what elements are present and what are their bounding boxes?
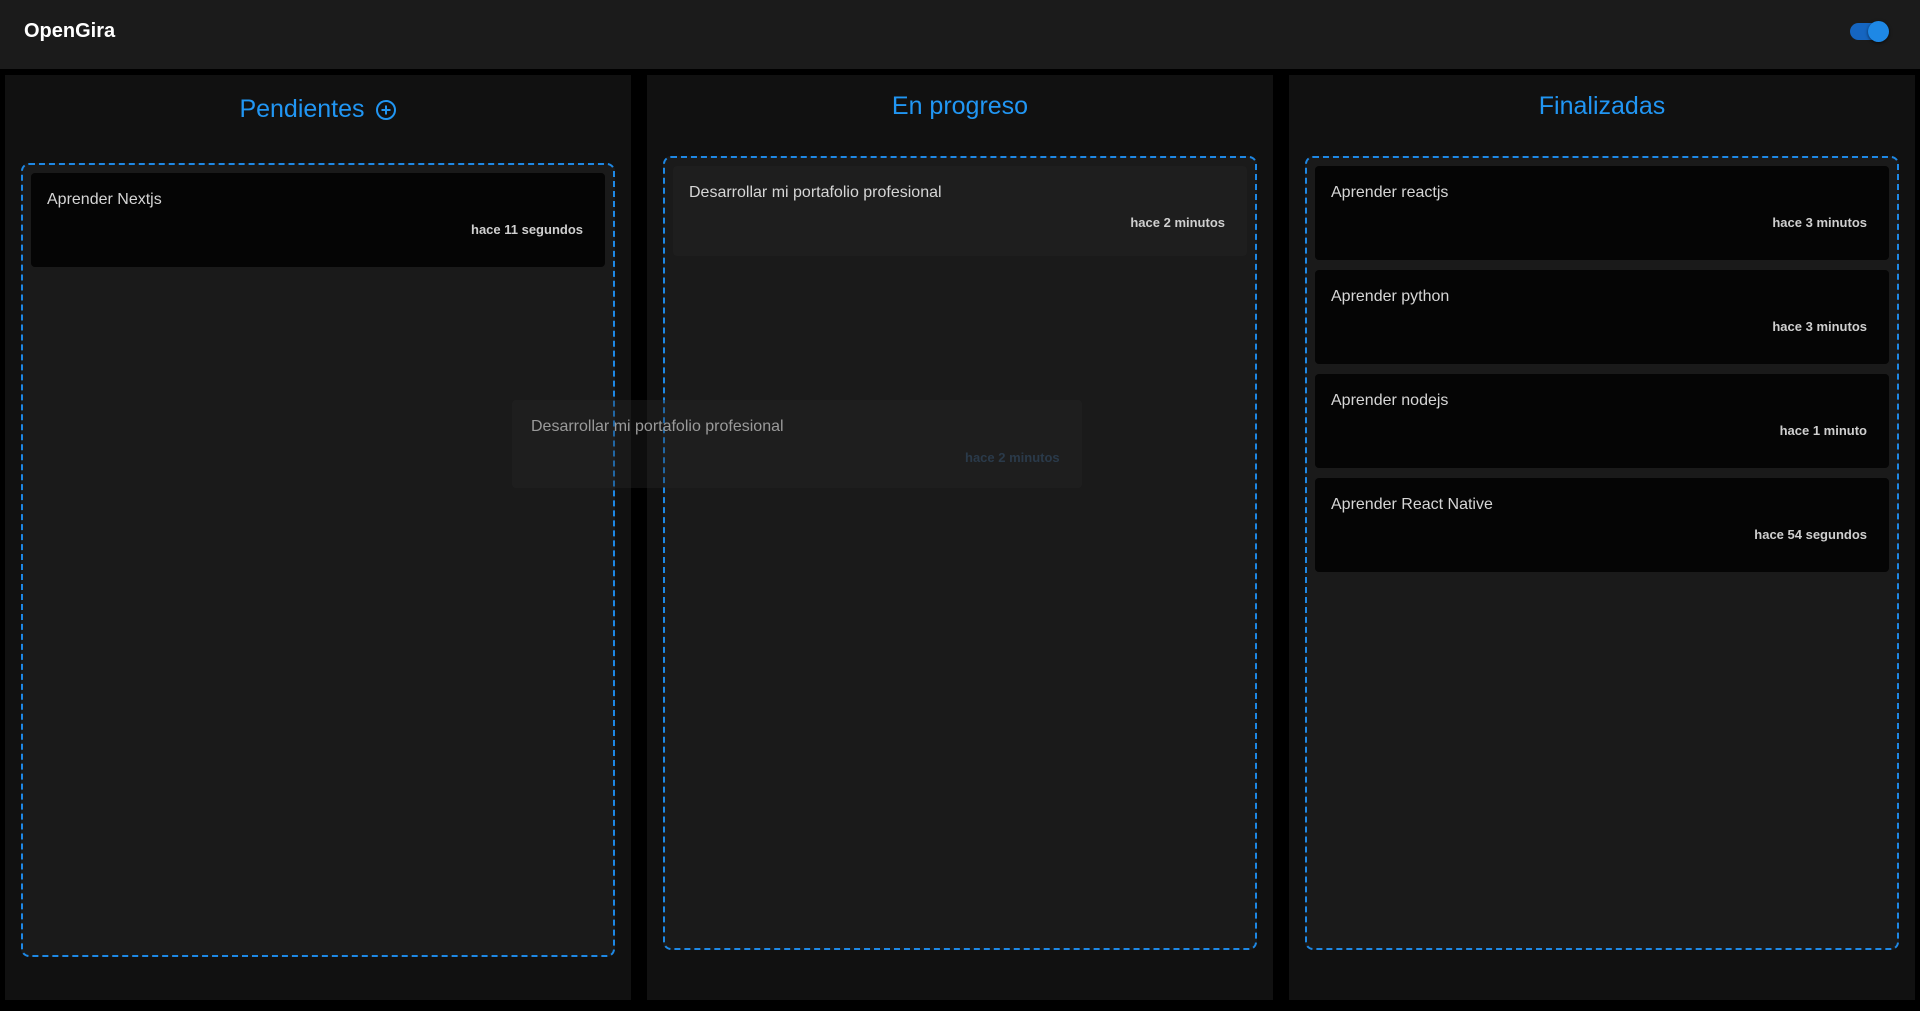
task-card[interactable]: Desarrollar mi portafolio profesional ha…: [673, 166, 1247, 256]
task-card[interactable]: Aprender Nextjs hace 11 segundos: [31, 173, 605, 267]
column-header: Pendientes: [5, 95, 631, 124]
dropzone-en-progreso[interactable]: Desarrollar mi portafolio profesional ha…: [663, 156, 1257, 950]
task-title: Aprender Nextjs: [47, 191, 162, 208]
column-header: Finalizadas: [1289, 92, 1915, 121]
column-title: Pendientes: [239, 95, 365, 123]
task-time: hace 3 minutos: [1772, 215, 1867, 230]
task-card[interactable]: Aprender React Native hace 54 segundos: [1315, 478, 1889, 572]
app-title: OpenGira: [24, 20, 116, 42]
task-time: hace 11 segundos: [471, 222, 583, 237]
task-title: Aprender React Native: [1331, 496, 1493, 513]
column-header: En progreso: [647, 92, 1273, 121]
column-pendientes: Pendientes Aprender Nextjs hace 11 segun…: [5, 75, 631, 1000]
column-title: En progreso: [891, 92, 1029, 120]
add-circle-outline-icon[interactable]: [375, 99, 397, 121]
task-title: Aprender python: [1331, 288, 1450, 305]
task-card[interactable]: Aprender python hace 3 minutos: [1315, 270, 1889, 364]
task-time: hace 1 minuto: [1779, 423, 1867, 438]
column-finalizadas: Finalizadas Aprender reactjs hace 3 minu…: [1289, 75, 1915, 1000]
app-bar: OpenGira: [0, 0, 1920, 69]
task-time: hace 3 minutos: [1772, 319, 1867, 334]
task-card[interactable]: Aprender reactjs hace 3 minutos: [1315, 166, 1889, 260]
task-time: hace 2 minutos: [1130, 215, 1225, 230]
dropzone-pendientes[interactable]: Aprender Nextjs hace 11 segundos: [21, 163, 615, 957]
theme-toggle[interactable]: [1850, 21, 1889, 42]
task-card[interactable]: Aprender nodejs hace 1 minuto: [1315, 374, 1889, 468]
column-en-progreso: En progreso Desarrollar mi portafolio pr…: [647, 75, 1273, 1000]
task-title: Aprender reactjs: [1331, 184, 1449, 201]
task-title: Aprender nodejs: [1331, 392, 1449, 409]
dropzone-finalizadas[interactable]: Aprender reactjs hace 3 minutos Aprender…: [1305, 156, 1899, 950]
toggle-knob: [1868, 21, 1889, 42]
task-time: hace 54 segundos: [1754, 527, 1867, 542]
task-title: Desarrollar mi portafolio profesional: [689, 184, 942, 201]
column-title: Finalizadas: [1538, 92, 1666, 120]
